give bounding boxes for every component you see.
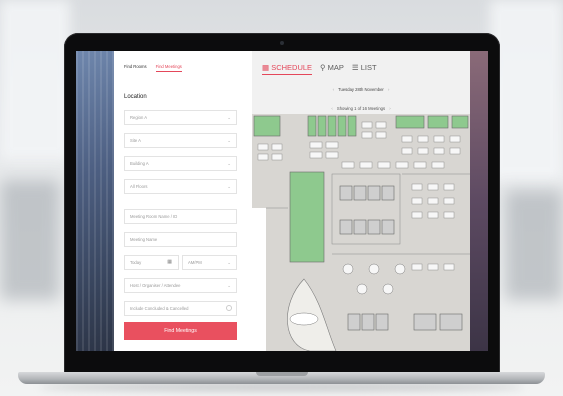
time-value: AM/PM	[188, 260, 202, 265]
chevron-down-icon: ⌄	[227, 138, 231, 143]
tab-find-rooms[interactable]: Find Rooms	[124, 64, 147, 72]
map-pin-icon: ⚲	[320, 63, 326, 72]
laptop-bezel: Find Rooms Find Meetings Location Region…	[64, 33, 500, 373]
calendar-icon: ▦	[167, 259, 172, 265]
building-select[interactable]: Building A ⌄	[124, 156, 237, 171]
include-concluded-label: Include Concluded & Cancelled	[130, 306, 189, 311]
room-available	[337, 115, 347, 137]
tab-map-label: MAP	[327, 63, 344, 72]
city-background-image	[76, 51, 114, 351]
region-value: Region A	[130, 115, 147, 120]
laptop-shadow	[40, 383, 523, 391]
room-available	[253, 115, 281, 137]
calendar-icon: ▦	[262, 63, 270, 72]
laptop-base	[18, 372, 545, 384]
date-picker[interactable]: Today ▦	[124, 255, 179, 270]
laptop-screen: Find Rooms Find Meetings Location Region…	[76, 51, 488, 351]
meeting-name-placeholder: Meeting Name	[130, 237, 158, 242]
checkbox-icon[interactable]	[226, 305, 232, 311]
current-date: Tuesday 28th November	[338, 87, 384, 92]
region-select[interactable]: Region A ⌄	[124, 110, 237, 125]
room-available	[307, 115, 317, 137]
city-background-image-right	[470, 51, 488, 351]
map-void	[252, 208, 266, 351]
location-heading: Location	[124, 94, 147, 100]
room-available	[427, 115, 449, 129]
search-tabs: Find Rooms Find Meetings	[124, 64, 182, 72]
room-available	[451, 115, 469, 129]
tab-map[interactable]: ⚲ MAP	[320, 63, 344, 75]
background-window-left	[0, 0, 70, 160]
host-select[interactable]: Host / Organiser / Attendee ⌄	[124, 278, 237, 293]
site-select[interactable]: Site A ⌄	[124, 133, 237, 148]
room-available	[395, 115, 425, 129]
search-panel: Find Rooms Find Meetings Location Region…	[114, 51, 252, 351]
chevron-down-icon: ⌄	[227, 115, 231, 120]
room-available	[347, 115, 357, 137]
host-value: Host / Organiser / Attendee	[130, 283, 181, 288]
chevron-down-icon: ⌄	[227, 260, 231, 265]
chevron-left-icon[interactable]: ‹	[328, 106, 335, 111]
date-value: Today	[130, 260, 142, 265]
building-value: Building A	[130, 161, 149, 166]
chevron-right-icon[interactable]: ›	[385, 87, 392, 92]
tab-schedule-label: SCHEDULE	[271, 63, 313, 72]
room-available	[327, 115, 337, 137]
chevron-down-icon: ⌄	[227, 161, 231, 166]
laptop-notch	[256, 372, 308, 376]
list-icon: ☰	[351, 63, 359, 72]
view-tabs: ▦ SCHEDULE ⚲ MAP ☰ LIST	[262, 63, 377, 75]
meeting-pager: ‹ Showing 1 of 16 Meetings ›	[252, 106, 470, 111]
camera-icon	[280, 41, 284, 45]
chevron-down-icon: ⌄	[227, 283, 231, 288]
showing-count: Showing 1 of 16 Meetings	[336, 106, 386, 111]
floors-select[interactable]: All Floors ⌄	[124, 179, 237, 194]
meeting-room-placeholder: Meeting Room Name / ID	[130, 214, 178, 219]
background-chair-left	[0, 180, 60, 300]
floor-plan-map[interactable]	[252, 114, 470, 351]
site-value: Site A	[130, 138, 141, 143]
results-area: ▦ SCHEDULE ⚲ MAP ☰ LIST ‹ Tuesday 28th N…	[252, 51, 470, 351]
tab-schedule[interactable]: ▦ SCHEDULE	[262, 63, 313, 75]
tab-find-meetings[interactable]: Find Meetings	[155, 64, 182, 72]
room-available	[289, 171, 325, 263]
meeting-name-input[interactable]: Meeting Name	[124, 232, 237, 247]
find-meetings-button[interactable]: Find Meetings	[124, 322, 237, 340]
date-navigator: ‹ Tuesday 28th November ›	[252, 87, 470, 92]
floors-value: All Floors	[130, 184, 148, 189]
background-window-right	[490, 0, 563, 180]
chevron-left-icon[interactable]: ‹	[330, 87, 337, 92]
tab-list[interactable]: ☰ LIST	[352, 63, 377, 75]
chevron-down-icon: ⌄	[227, 184, 231, 189]
meeting-room-input[interactable]: Meeting Room Name / ID	[124, 209, 237, 224]
chevron-right-icon[interactable]: ›	[386, 106, 393, 111]
tab-list-label: LIST	[360, 63, 377, 72]
include-concluded-toggle[interactable]: Include Concluded & Cancelled	[124, 301, 237, 316]
room-available	[317, 115, 327, 137]
time-select[interactable]: AM/PM ⌄	[182, 255, 237, 270]
background-chair-right	[505, 190, 563, 300]
atrium-table	[289, 312, 319, 326]
